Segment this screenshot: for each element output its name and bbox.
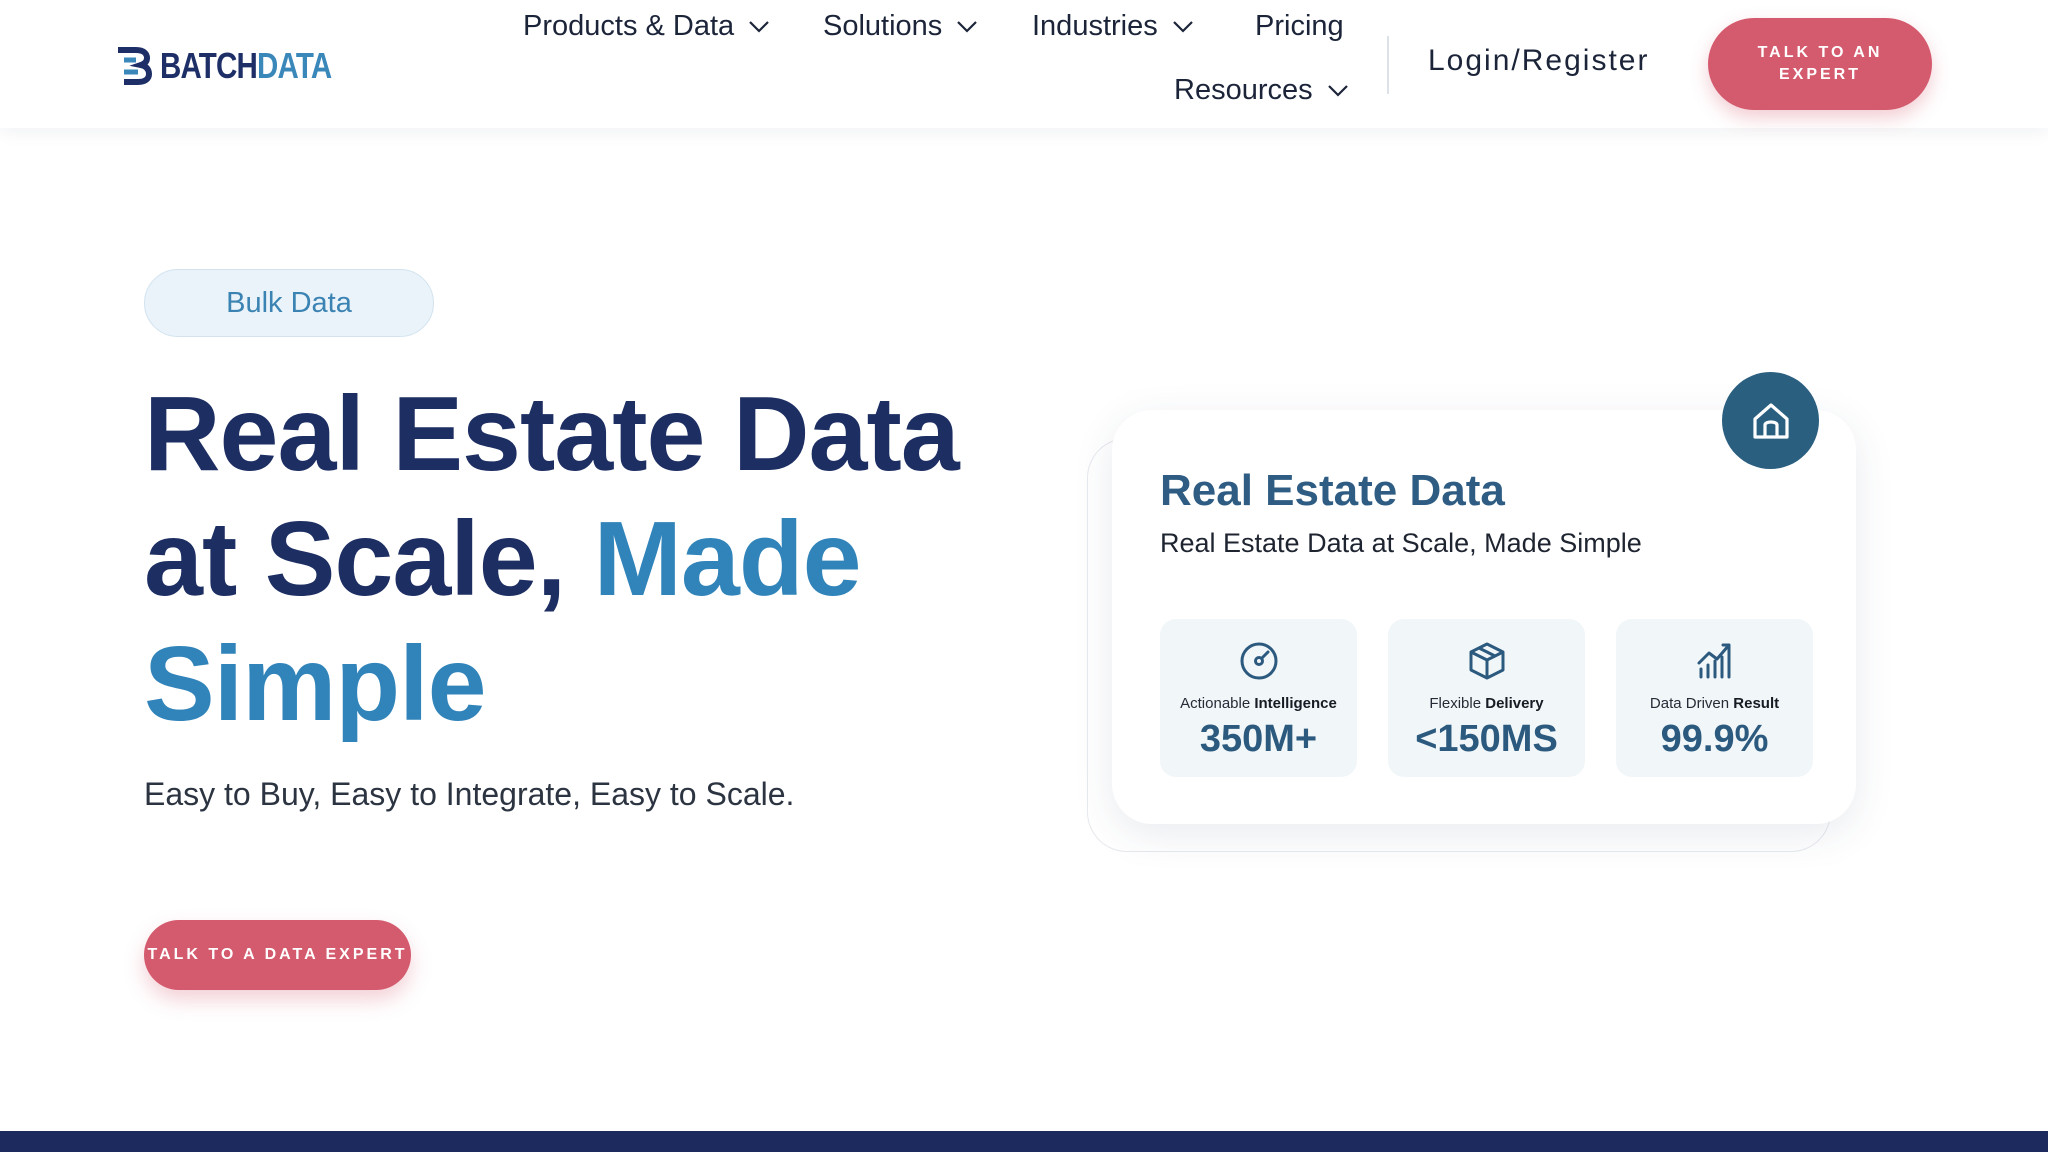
site-header: BATCHDATA Products & Data Solutions Indu…: [0, 0, 2048, 128]
nav-divider: [1387, 36, 1389, 94]
nav-pricing[interactable]: Pricing: [1255, 10, 1344, 43]
home-icon: [1752, 402, 1789, 439]
nav-industries[interactable]: Industries: [1032, 10, 1194, 43]
stat-value: <150MS: [1415, 718, 1558, 760]
batchdata-logo[interactable]: BATCHDATA: [114, 45, 369, 86]
card-subtitle: Real Estate Data at Scale, Made Simple: [1160, 528, 1642, 558]
stat-actionable-intelligence: Actionable Intelligence 350M+: [1160, 619, 1357, 777]
logo-mark-icon: [118, 47, 153, 85]
gauge-icon: [1237, 639, 1281, 683]
stat-value: 99.9%: [1660, 718, 1769, 760]
card-title: Real Estate Data: [1160, 466, 1505, 515]
hero-headline: Real Estate Data at Scale, Made Simple: [144, 375, 960, 743]
nav-products-data[interactable]: Products & Data: [523, 10, 770, 43]
stat-label: Actionable Intelligence: [1180, 695, 1337, 712]
talk-to-expert-button[interactable]: TALK TO AN EXPERT: [1708, 18, 1932, 110]
login-register-link[interactable]: Login/Register: [1428, 44, 1649, 78]
home-icon-badge: [1722, 372, 1819, 469]
chevron-down-icon: [1172, 20, 1193, 33]
talk-to-data-expert-button[interactable]: TALK TO A DATA EXPERT: [144, 920, 411, 990]
nav-resources[interactable]: Resources: [1174, 74, 1349, 107]
chevron-down-icon: [749, 20, 769, 33]
stat-flexible-delivery: Flexible Delivery <150MS: [1388, 619, 1585, 777]
stat-label: Flexible Delivery: [1429, 695, 1544, 712]
bulk-data-pill: Bulk Data: [144, 269, 434, 337]
stat-data-driven-result: Data Driven Result 99.9%: [1616, 619, 1813, 777]
hero-subheading: Easy to Buy, Easy to Integrate, Easy to …: [144, 776, 795, 812]
chevron-down-icon: [957, 20, 978, 33]
chevron-down-icon: [1327, 84, 1348, 97]
stat-label: Data Driven Result: [1649, 695, 1780, 712]
box-icon: [1465, 639, 1509, 683]
logo-wordmark: BATCHDATA: [160, 45, 332, 86]
next-section-band: [0, 1131, 2048, 1152]
bar-chart-icon: [1693, 639, 1737, 683]
nav-solutions[interactable]: Solutions: [823, 10, 978, 43]
stat-value: 350M+: [1199, 718, 1318, 760]
